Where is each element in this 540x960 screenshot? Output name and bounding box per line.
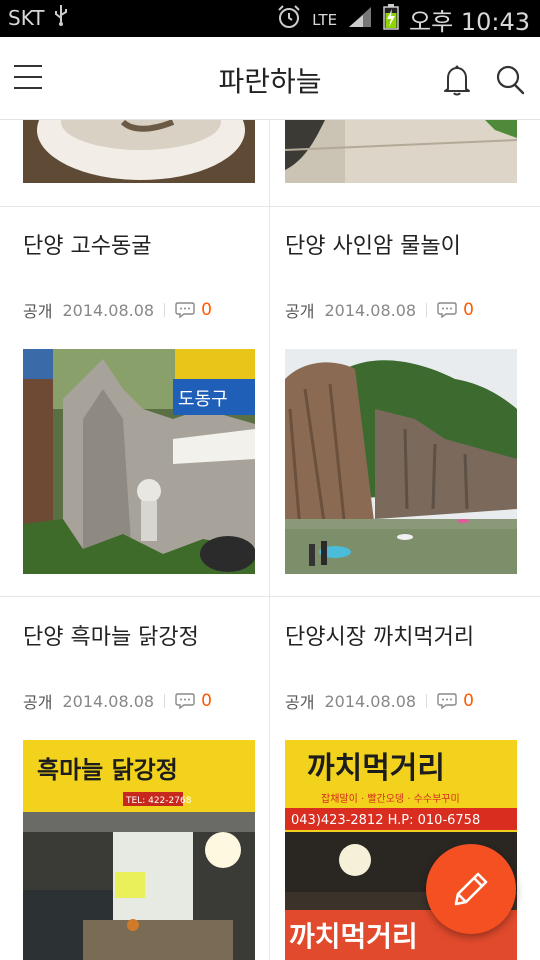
post-meta: 공개 2014.08.08 0 <box>285 298 474 322</box>
comment-icon[interactable] <box>175 301 195 319</box>
meta-separator <box>164 694 166 708</box>
status-bar: SKT LTE 오후 10:43 <box>0 0 540 37</box>
post-date: 2014.08.08 <box>62 691 155 711</box>
pencil-icon <box>454 872 488 906</box>
clock-label: 오후 10:43 <box>409 8 530 36</box>
meta-separator <box>426 303 428 317</box>
sign-phone-b: TEL: 422-2768 <box>125 796 192 806</box>
signal-icon <box>347 5 373 35</box>
post-thumbnail[interactable]: 도동구 <box>23 349 255 574</box>
post-title[interactable]: 단양 사인암 물놀이 <box>285 228 461 260</box>
post-thumbnail[interactable] <box>23 120 255 183</box>
meta-separator <box>426 694 428 708</box>
post-grid: 단양 고수동굴 공개 2014.08.08 0 단양 사인암 물놀이 공개 20… <box>0 120 540 960</box>
search-icon[interactable] <box>494 63 526 97</box>
comment-icon[interactable] <box>175 692 195 710</box>
comment-icon[interactable] <box>437 692 457 710</box>
post-thumbnail[interactable] <box>285 120 517 183</box>
post-date: 2014.08.08 <box>324 300 417 320</box>
comment-icon[interactable] <box>437 301 457 319</box>
sign-text-b: 흑마늘 닭강정 <box>37 756 178 784</box>
usb-icon <box>54 4 68 31</box>
visibility-label: 공개 <box>23 693 53 712</box>
post-thumbnail[interactable] <box>285 349 517 574</box>
network-type-label: LTE <box>312 10 338 29</box>
bell-icon[interactable] <box>440 63 474 97</box>
sign-text-a: 도동구 <box>178 389 228 410</box>
visibility-label: 공개 <box>285 693 315 712</box>
post-date: 2014.08.08 <box>324 691 417 711</box>
alarm-icon <box>276 4 302 36</box>
sign-phone-c: 043)423-2812 H.P: 010-6758 <box>291 813 480 828</box>
meta-separator <box>164 303 166 317</box>
carrier-label: SKT <box>8 5 45 30</box>
visibility-label: 공개 <box>23 302 53 321</box>
post-thumbnail[interactable]: 흑마늘 닭강정 TEL: 422-2768 <box>23 740 255 960</box>
comment-count[interactable]: 0 <box>201 691 212 711</box>
comment-count[interactable]: 0 <box>201 300 212 320</box>
post-meta: 공개 2014.08.08 0 <box>23 298 212 322</box>
row-divider <box>0 596 540 597</box>
write-post-button[interactable] <box>426 844 516 934</box>
battery-icon <box>383 3 399 36</box>
app-bar: 파란하늘 <box>0 37 540 120</box>
sign-sub-c: 잡채말이 · 빨간오뎅 · 수수부꾸미 <box>321 793 460 805</box>
comment-count[interactable]: 0 <box>463 300 474 320</box>
post-meta: 공개 2014.08.08 0 <box>23 689 212 713</box>
post-title[interactable]: 단양 고수동굴 <box>23 228 151 260</box>
comment-count[interactable]: 0 <box>463 691 474 711</box>
post-meta: 공개 2014.08.08 0 <box>285 689 474 713</box>
post-title[interactable]: 단양 흑마늘 닭강정 <box>23 619 199 651</box>
visibility-label: 공개 <box>285 302 315 321</box>
post-title[interactable]: 단양시장 까치먹거리 <box>285 619 474 651</box>
row-divider <box>0 206 540 207</box>
column-divider <box>269 120 270 960</box>
sign-text-c: 까치먹거리 <box>307 751 445 786</box>
sign-text-d: 까치먹거리 <box>289 920 418 953</box>
post-date: 2014.08.08 <box>62 300 155 320</box>
